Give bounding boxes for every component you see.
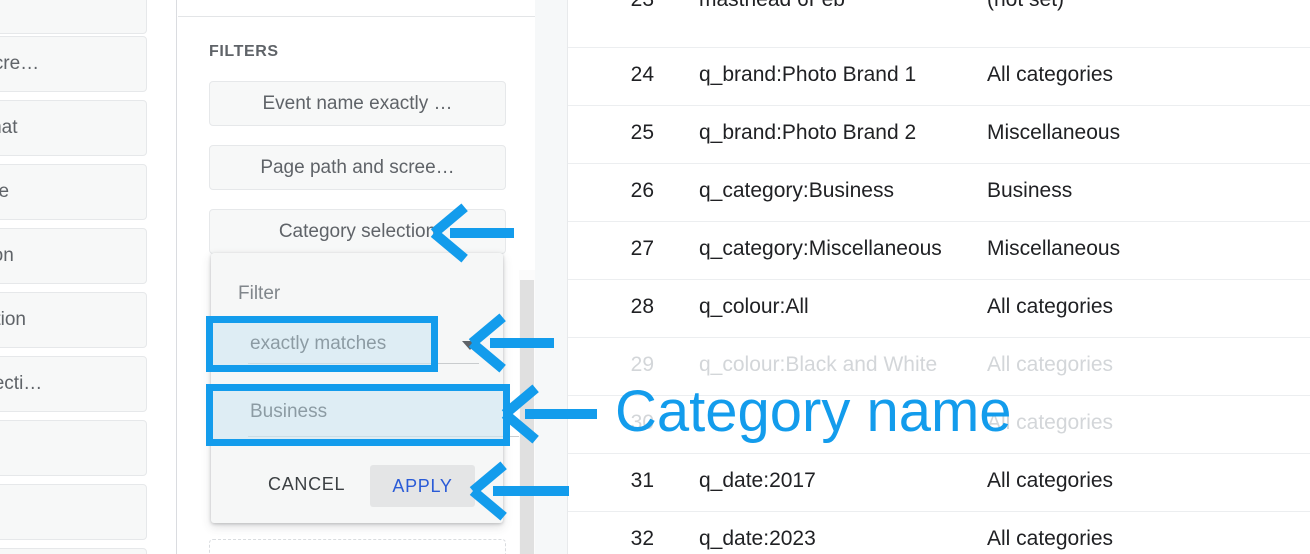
row-category: All categories [987,63,1114,86]
row-index: 31 [630,469,654,492]
left-chip-label: tion [0,245,14,266]
row-divider [568,337,1310,338]
arrow-to-value-field [505,396,597,432]
row-name: masthead 6Feb [699,0,845,12]
filter-chip-event-name[interactable]: Event name exactly … [209,81,506,126]
row-index: 29 [630,353,654,376]
left-chip-6[interactable]: y selecti… [0,356,147,412]
row-category: Business [987,179,1073,202]
arrow-shaft [493,486,569,496]
table-row[interactable]: 27 q_category:Miscellaneous Miscellaneou… [568,221,1310,279]
row-index: 32 [630,527,654,550]
filter-chip-label: Page path and scree… [260,156,455,178]
data-table: 23 masthead 6Feb (not set) 24 q_brand:Ph… [568,0,1310,554]
arrow-shaft [525,409,597,419]
row-divider [568,279,1310,280]
left-chip-label: y selecti… [0,373,43,394]
screenshot-root: nd scre… rmat ne tion lection y selecti…… [0,0,1310,554]
left-chip-1[interactable]: nd scre… [0,36,147,92]
row-index: 25 [630,121,654,144]
apply-button-label: APPLY [392,475,453,496]
callout-category-name: Category name [615,379,1012,444]
table-row[interactable]: 25 q_brand:Photo Brand 2 Miscellaneous [568,105,1310,163]
filter-chip-label: Event name exactly … [262,92,453,114]
left-chip-0[interactable] [0,0,147,34]
row-divider [568,453,1310,454]
row-divider [568,163,1310,164]
row-name: q_brand:Photo Brand 2 [699,121,917,144]
left-chip-3[interactable]: ne [0,164,147,220]
row-name: q_colour:Black and White [699,353,938,376]
row-category: All categories [987,527,1114,550]
arrow-to-match-type-dropdown [472,326,554,360]
left-chip-7[interactable] [0,420,147,476]
row-name: q_category:Business [699,179,894,202]
filter-editor-label: Filter [238,283,281,304]
filter-chip-label: Category selection [278,220,437,242]
arrow-shaft [490,338,554,348]
panel-top-divider [178,16,535,17]
highlight-match-type [206,316,438,372]
row-category: (not set) [987,0,1064,12]
row-index: 26 [630,179,654,202]
row-category: Miscellaneous [987,237,1121,260]
left-chip-4[interactable]: tion [0,228,147,284]
row-name: q_colour:All [699,295,809,318]
table-row[interactable]: 23 masthead 6Feb (not set) [568,0,1310,30]
table-row[interactable]: 24 q_brand:Photo Brand 1 All categories [568,47,1310,105]
left-chip-9[interactable] [0,548,147,554]
row-category: All categories [987,353,1114,376]
row-index: 27 [630,237,654,260]
arrow-to-category-selection-chip [434,216,514,250]
table-row[interactable]: 26 q_category:Business Business [568,163,1310,221]
row-divider [568,105,1310,106]
row-name: q_brand:Photo Brand 1 [699,63,917,86]
row-index: 23 [610,0,654,12]
apply-button[interactable]: APPLY [370,465,475,507]
row-name: q_date:2023 [699,527,816,550]
arrow-to-apply-button [473,473,569,509]
row-index: 24 [630,63,654,86]
row-name: q_date:2017 [699,469,816,492]
left-chip-label: ne [0,181,10,202]
left-chip-label: lection [0,309,26,330]
filter-chip-page-path[interactable]: Page path and scree… [209,145,506,190]
filters-heading: FILTERS [209,43,279,60]
cancel-button[interactable]: CANCEL [268,474,345,495]
left-chip-2[interactable]: rmat [0,100,147,156]
highlight-value [206,384,510,446]
content-gutter [535,0,568,554]
table-row[interactable]: 32 q_date:2023 All categories [568,511,1310,554]
row-divider [568,511,1310,512]
filter-chip-add-new[interactable] [209,539,506,554]
row-divider [568,47,1310,48]
arrow-shaft [450,228,514,238]
row-category: Miscellaneous [987,121,1121,144]
row-divider [568,221,1310,222]
row-category: All categories [987,469,1114,492]
row-name: q_category:Miscellaneous [699,237,942,260]
left-column-divider [176,0,177,554]
left-chip-label: rmat [0,117,18,138]
left-clipped-column: nd scre… rmat ne tion lection y selecti… [0,0,177,554]
table-row[interactable]: 28 q_colour:All All categories [568,279,1310,337]
left-chip-5[interactable]: lection [0,292,147,348]
row-index: 28 [630,295,654,318]
left-chip-8[interactable] [0,484,147,540]
table-row[interactable]: 31 q_date:2017 All categories [568,453,1310,511]
row-category: All categories [987,295,1114,318]
left-chip-label: nd scre… [0,53,40,74]
